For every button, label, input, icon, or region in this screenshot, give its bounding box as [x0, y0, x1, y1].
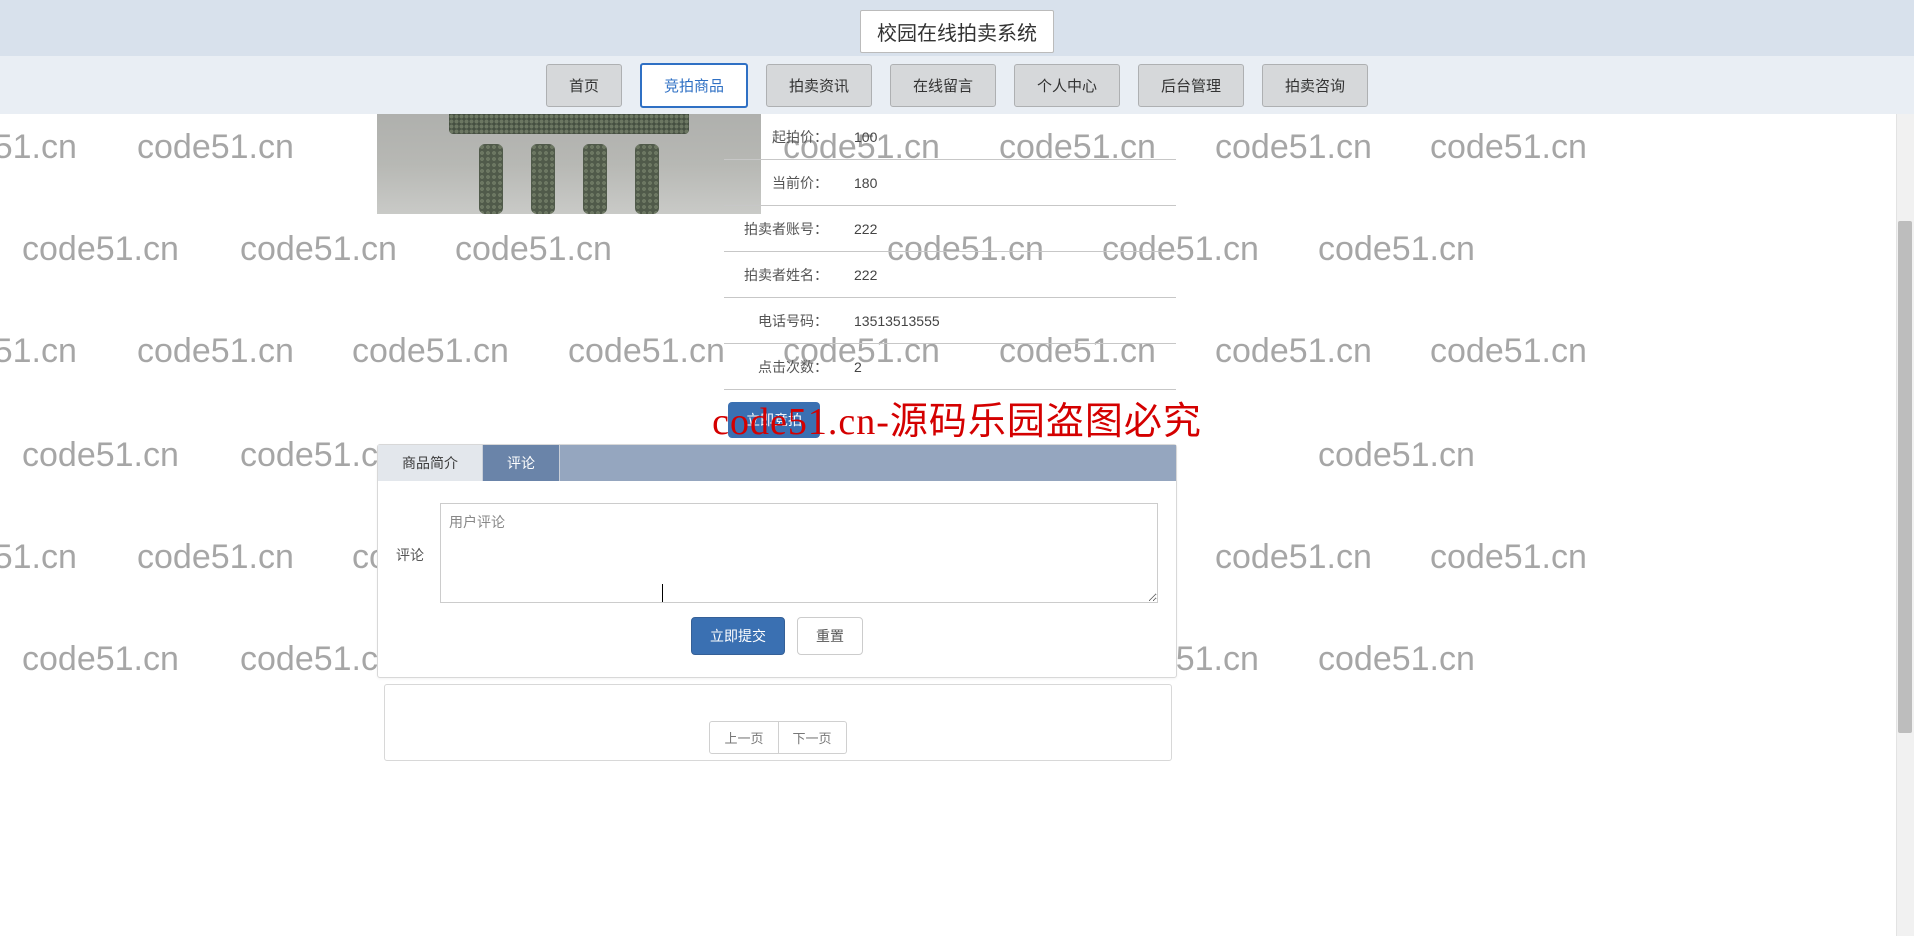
next-page-button[interactable]: 下一页: [779, 721, 847, 754]
row-seller-account: 拍卖者账号： 222: [724, 206, 1176, 252]
nav-news[interactable]: 拍卖资讯: [766, 64, 872, 107]
nav-admin[interactable]: 后台管理: [1138, 64, 1244, 107]
row-start-price: 起拍价： 100: [724, 114, 1176, 160]
value-seller-account: 222: [834, 221, 877, 237]
tabs-header: 商品简介 评论: [378, 445, 1176, 481]
main-nav: 首页 竞拍商品 拍卖资讯 在线留言 个人中心 后台管理 拍卖咨询: [0, 56, 1914, 114]
row-bid-action: 立即竞拍: [724, 390, 1176, 451]
label-current-price: 当前价：: [724, 173, 834, 193]
label-seller-name: 拍卖者姓名：: [724, 265, 834, 285]
reset-comment-button[interactable]: 重置: [797, 617, 863, 655]
value-phone: 13513513555: [834, 313, 940, 329]
comment-form-actions: 立即提交 重置: [396, 617, 1158, 655]
tabs-card: 商品简介 评论 评论 立即提交 重置: [377, 444, 1177, 678]
nav-auction-items[interactable]: 竞拍商品: [640, 63, 748, 108]
text-cursor-icon: [662, 584, 663, 602]
nav-messages[interactable]: 在线留言: [890, 64, 996, 107]
app-title: 校园在线拍卖系统: [860, 10, 1054, 53]
value-seller-name: 222: [834, 267, 877, 283]
comment-row-label: 评论: [396, 503, 434, 565]
label-clicks: 点击次数：: [724, 357, 834, 377]
row-phone: 电话号码： 13513513555: [724, 298, 1176, 344]
label-seller-account: 拍卖者账号：: [724, 219, 834, 239]
submit-comment-button[interactable]: 立即提交: [691, 617, 785, 655]
value-current-price: 180: [834, 175, 877, 191]
row-clicks: 点击次数： 2: [724, 344, 1176, 390]
comment-textarea[interactable]: [440, 503, 1158, 603]
row-seller-name: 拍卖者姓名： 222: [724, 252, 1176, 298]
label-phone: 电话号码：: [724, 311, 834, 331]
detail-table: 起拍价： 100 当前价： 180 拍卖者账号： 222 拍卖者姓名： 222 …: [724, 114, 1176, 451]
tabs-body: 评论 立即提交 重置: [378, 481, 1176, 677]
comment-form-row: 评论: [396, 503, 1158, 603]
prev-page-button[interactable]: 上一页: [709, 721, 778, 754]
value-clicks: 2: [834, 359, 862, 375]
label-start-price: 起拍价：: [724, 127, 834, 147]
pager-row: 上一页 下一页: [393, 721, 1163, 754]
row-current-price: 当前价： 180: [724, 160, 1176, 206]
value-start-price: 100: [834, 129, 877, 145]
nav-home[interactable]: 首页: [546, 64, 622, 107]
pager-card: 上一页 下一页: [384, 684, 1172, 761]
header-bar: 校园在线拍卖系统: [0, 0, 1914, 56]
tab-comments[interactable]: 评论: [483, 445, 560, 481]
vertical-scrollbar[interactable]: [1896, 0, 1914, 936]
bid-now-button[interactable]: 立即竞拍: [728, 402, 820, 438]
scrollbar-thumb[interactable]: [1898, 221, 1912, 733]
product-image: [377, 114, 761, 214]
tab-product-intro[interactable]: 商品简介: [378, 445, 483, 481]
nav-consult[interactable]: 拍卖咨询: [1262, 64, 1368, 107]
nav-profile[interactable]: 个人中心: [1014, 64, 1120, 107]
